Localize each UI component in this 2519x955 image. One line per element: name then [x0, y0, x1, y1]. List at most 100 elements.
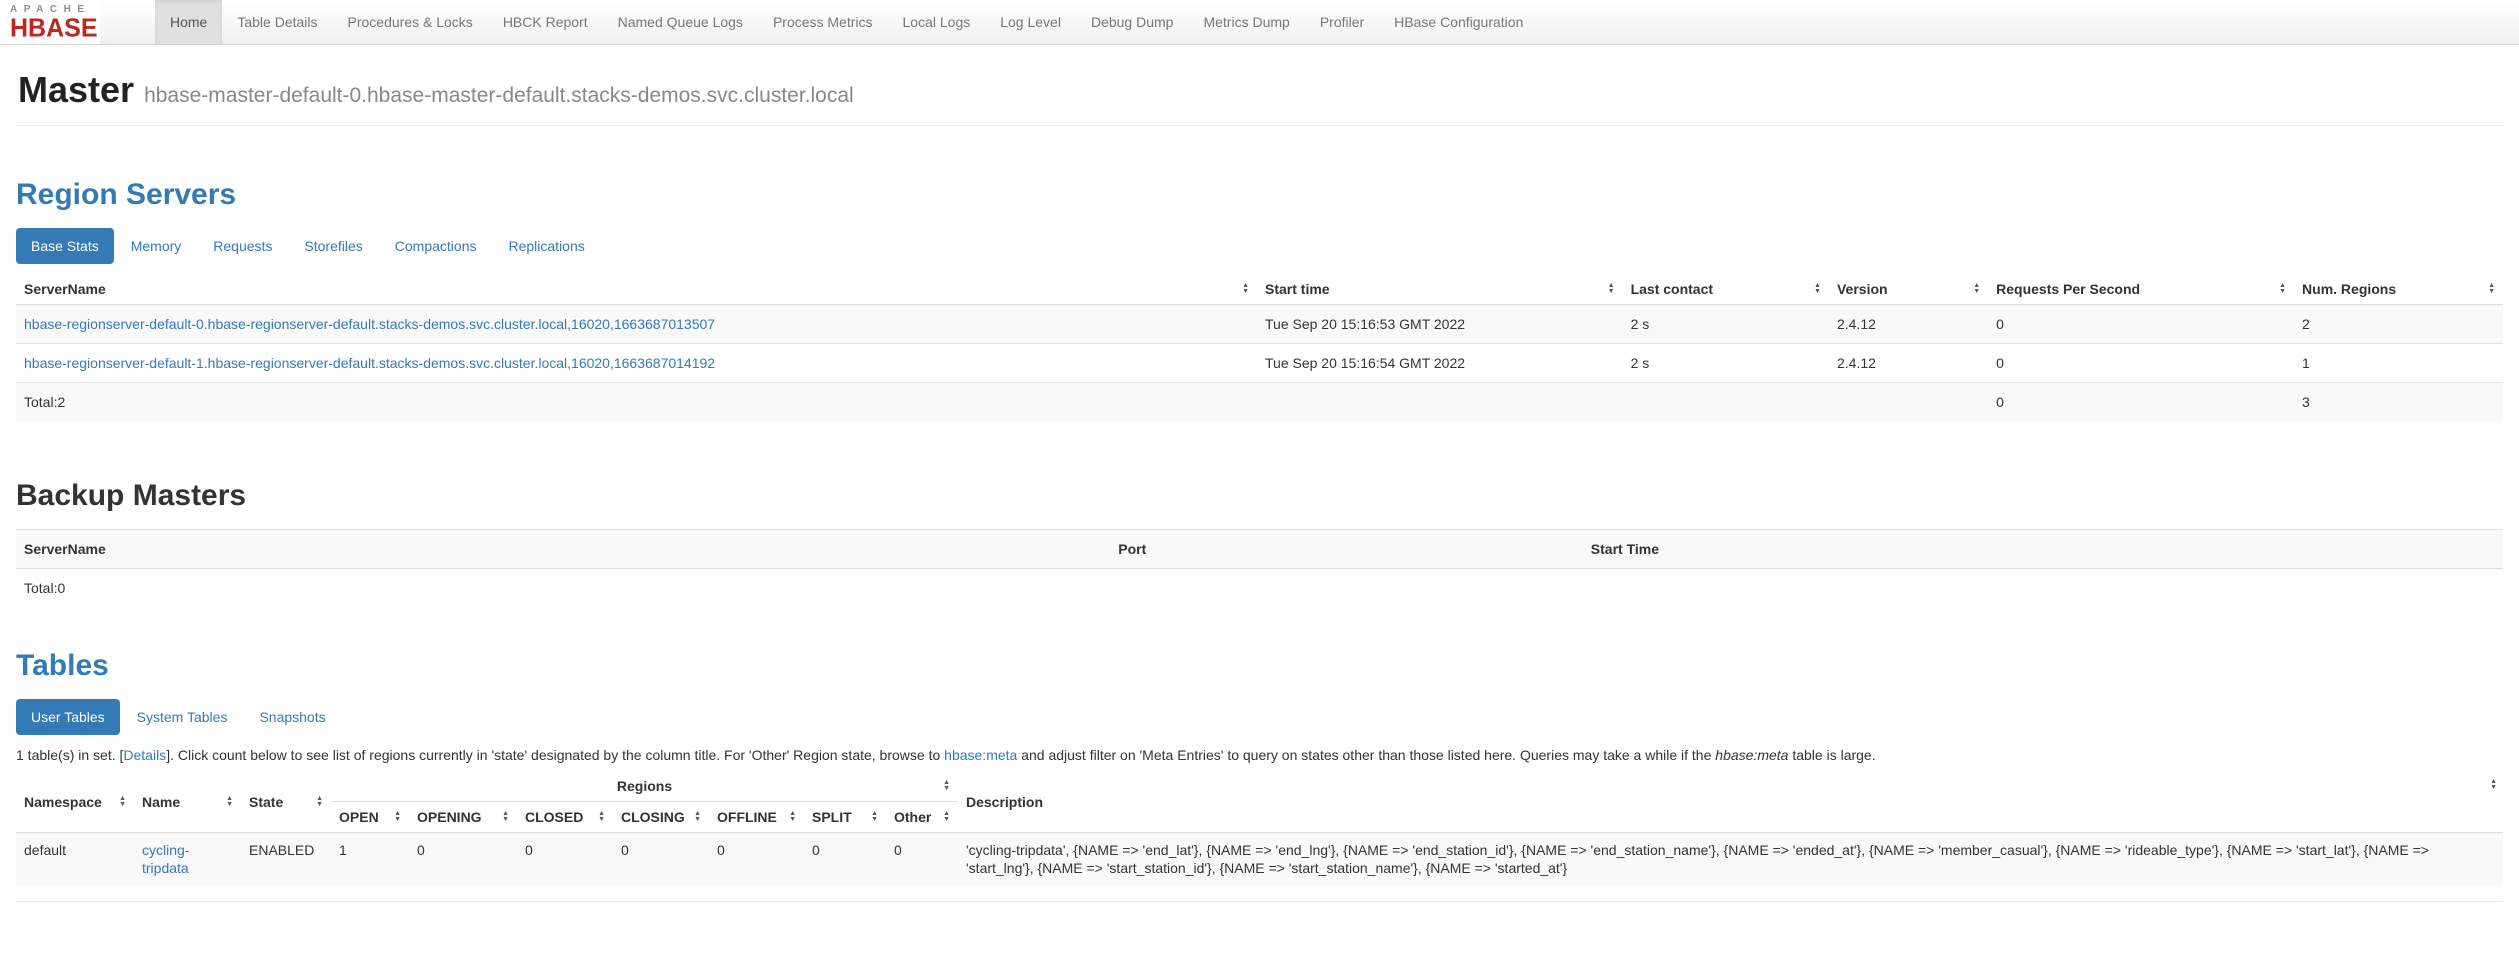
nav-item-local-logs[interactable]: Local Logs [888, 0, 986, 44]
col-num-regions[interactable]: Num. Regions▲▼ [2294, 274, 2503, 305]
tab-system-tables[interactable]: System Tables [122, 699, 243, 735]
version-cell: 2.4.12 [1829, 305, 1988, 344]
sort-icon[interactable]: ▲▼ [1608, 283, 1615, 295]
version-cell: 2.4.12 [1829, 344, 1988, 383]
last-contact-cell: 2 s [1623, 305, 1829, 344]
col-state[interactable]: State▲▼ [241, 771, 331, 833]
col-namespace[interactable]: Namespace▲▼ [16, 771, 134, 833]
split-count-cell: 0 [804, 833, 886, 886]
tab-replications[interactable]: Replications [493, 228, 599, 264]
col-version[interactable]: Version▲▼ [1829, 274, 1988, 305]
backup-masters-heading: Backup Masters [16, 479, 2503, 513]
nav-item-process-metrics[interactable]: Process Metrics [758, 0, 888, 44]
col-open[interactable]: OPEN▲▼ [331, 802, 409, 833]
region-server-link[interactable]: hbase-regionserver-default-0.hbase-regio… [24, 316, 715, 332]
nav-item-table-details[interactable]: Table Details [222, 0, 332, 44]
sort-icon[interactable]: ▲▼ [1814, 283, 1821, 295]
col-opening[interactable]: OPENING▲▼ [409, 802, 517, 833]
sort-icon[interactable]: ▲▼ [694, 811, 701, 823]
tab-snapshots[interactable]: Snapshots [244, 699, 340, 735]
bottom-divider [16, 901, 2503, 902]
opening-count-cell: 0 [409, 833, 517, 886]
region-servers-total-row: Total:2 0 3 [16, 383, 2503, 422]
tab-base-stats[interactable]: Base Stats [16, 228, 114, 264]
sort-icon[interactable]: ▲▼ [1973, 283, 1980, 295]
total-label: Total:2 [16, 383, 1257, 422]
tab-storefiles[interactable]: Storefiles [289, 228, 377, 264]
col-name[interactable]: Name▲▼ [134, 771, 241, 833]
user-table-row: default cycling-tripdata ENABLED 1 0 0 0… [16, 833, 2503, 886]
hbase-meta-italic: hbase:meta [1715, 747, 1788, 763]
tab-memory[interactable]: Memory [116, 228, 197, 264]
col-split[interactable]: SPLIT▲▼ [804, 802, 886, 833]
sort-icon[interactable]: ▲▼ [2490, 779, 2497, 791]
user-tables-header-row-1: Namespace▲▼ Name▲▼ State▲▼ Regions▲▼ Des… [16, 771, 2503, 802]
sort-icon[interactable]: ▲▼ [943, 780, 950, 792]
col-start-time[interactable]: Start time▲▼ [1257, 274, 1623, 305]
server-name-cell: hbase-regionserver-default-0.hbase-regio… [16, 305, 1257, 344]
nav-item-home[interactable]: Home [155, 0, 222, 44]
nav-item-hbase-configuration[interactable]: HBase Configuration [1379, 0, 1538, 44]
page-title: Masterhbase-master-default-0.hbase-maste… [18, 69, 2501, 111]
description-cell: 'cycling-tripdata', {NAME => 'end_lat'},… [958, 833, 2503, 886]
sort-icon[interactable]: ▲▼ [1242, 283, 1249, 295]
backup-total-label: Total:0 [16, 569, 1110, 608]
open-count-cell: 1 [331, 833, 409, 886]
details-link[interactable]: Details [123, 747, 166, 763]
nav-item-profiler[interactable]: Profiler [1305, 0, 1379, 44]
state-cell: ENABLED [241, 833, 331, 886]
namespace-cell: default [16, 833, 134, 886]
region-server-link[interactable]: hbase-regionserver-default-1.hbase-regio… [24, 355, 715, 371]
nav-item-procedures-locks[interactable]: Procedures & Locks [333, 0, 488, 44]
master-page-header: Masterhbase-master-default-0.hbase-maste… [16, 45, 2503, 126]
sort-icon[interactable]: ▲▼ [316, 796, 323, 808]
table-link-cycling-tripdata[interactable]: cycling-tripdata [142, 842, 189, 876]
col-description[interactable]: Description▲▼ [958, 771, 2503, 833]
col-other[interactable]: Other▲▼ [886, 802, 958, 833]
sort-icon[interactable]: ▲▼ [2488, 283, 2495, 295]
tab-compactions[interactable]: Compactions [380, 228, 492, 264]
col-closing[interactable]: CLOSING▲▼ [613, 802, 709, 833]
col-last-contact[interactable]: Last contact▲▼ [1623, 274, 1829, 305]
backup-masters-total-row: Total:0 [16, 569, 2503, 608]
region-servers-heading: Region Servers [16, 178, 2503, 212]
user-tables-table: Namespace▲▼ Name▲▼ State▲▼ Regions▲▼ Des… [16, 771, 2503, 885]
col-group-regions[interactable]: Regions▲▼ [331, 771, 958, 802]
sort-icon[interactable]: ▲▼ [943, 811, 950, 823]
hbase-meta-link[interactable]: hbase:meta [944, 747, 1017, 763]
col-offline[interactable]: OFFLINE▲▼ [709, 802, 804, 833]
sort-icon[interactable]: ▲▼ [871, 811, 878, 823]
nav-item-log-level[interactable]: Log Level [985, 0, 1076, 44]
closed-count-cell: 0 [517, 833, 613, 886]
col-backup-port: Port [1110, 530, 1583, 569]
col-requests-per-second[interactable]: Requests Per Second▲▼ [1988, 274, 2294, 305]
nav-item-named-queue-logs[interactable]: Named Queue Logs [603, 0, 758, 44]
master-hostname: hbase-master-default-0.hbase-master-defa… [144, 84, 854, 107]
top-navbar: APACHE HBASE Home Table Details Procedur… [0, 0, 2519, 45]
nav-items: Home Table Details Procedures & Locks HB… [155, 0, 1538, 44]
other-count-cell: 0 [886, 833, 958, 886]
sort-icon[interactable]: ▲▼ [502, 811, 509, 823]
nav-item-debug-dump[interactable]: Debug Dump [1076, 0, 1189, 44]
table-name-cell: cycling-tripdata [134, 833, 241, 886]
sort-icon[interactable]: ▲▼ [226, 796, 233, 808]
sort-icon[interactable]: ▲▼ [119, 796, 126, 808]
region-servers-tabs: Base Stats Memory Requests Storefiles Co… [16, 228, 2503, 264]
hbase-logo[interactable]: APACHE HBASE [0, 0, 100, 44]
col-closed[interactable]: CLOSED▲▼ [517, 802, 613, 833]
logo-hbase-text: HBASE [10, 16, 100, 40]
sort-icon[interactable]: ▲▼ [598, 811, 605, 823]
tables-summary: 1 table(s) in set. [Details]. Click coun… [16, 747, 2503, 763]
sort-icon[interactable]: ▲▼ [789, 811, 796, 823]
rps-cell: 0 [1988, 344, 2294, 383]
sort-icon[interactable]: ▲▼ [2279, 283, 2286, 295]
sort-icon[interactable]: ▲▼ [394, 811, 401, 823]
tab-user-tables[interactable]: User Tables [16, 699, 120, 735]
nav-item-hbck-report[interactable]: HBCK Report [488, 0, 603, 44]
nav-item-metrics-dump[interactable]: Metrics Dump [1188, 0, 1304, 44]
rps-cell: 0 [1988, 305, 2294, 344]
tab-requests[interactable]: Requests [198, 228, 287, 264]
region-server-row: hbase-regionserver-default-0.hbase-regio… [16, 305, 2503, 344]
col-servername[interactable]: ServerName▲▼ [16, 274, 1257, 305]
region-servers-header-row: ServerName▲▼ Start time▲▼ Last contact▲▼… [16, 274, 2503, 305]
